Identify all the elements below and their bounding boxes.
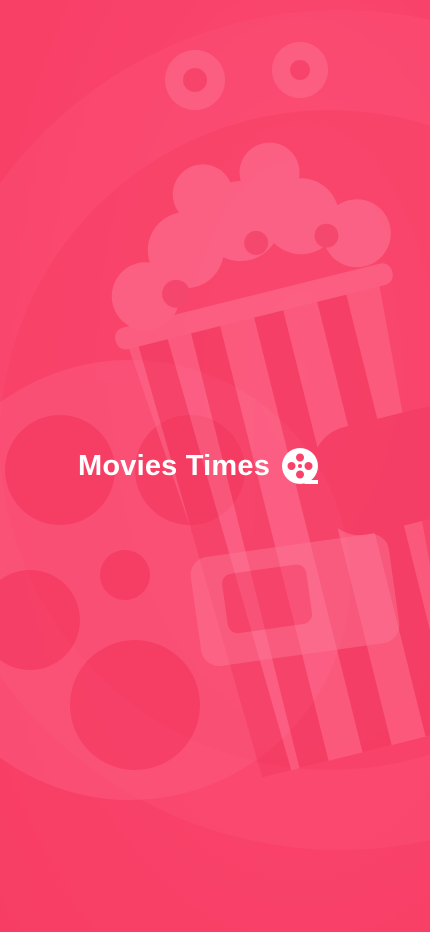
app-title: Movies Times [78,449,271,482]
splash-screen: Movies Times [0,0,430,932]
brand-lockup: Movies Times [78,444,320,488]
film-reel-icon [282,448,319,484]
